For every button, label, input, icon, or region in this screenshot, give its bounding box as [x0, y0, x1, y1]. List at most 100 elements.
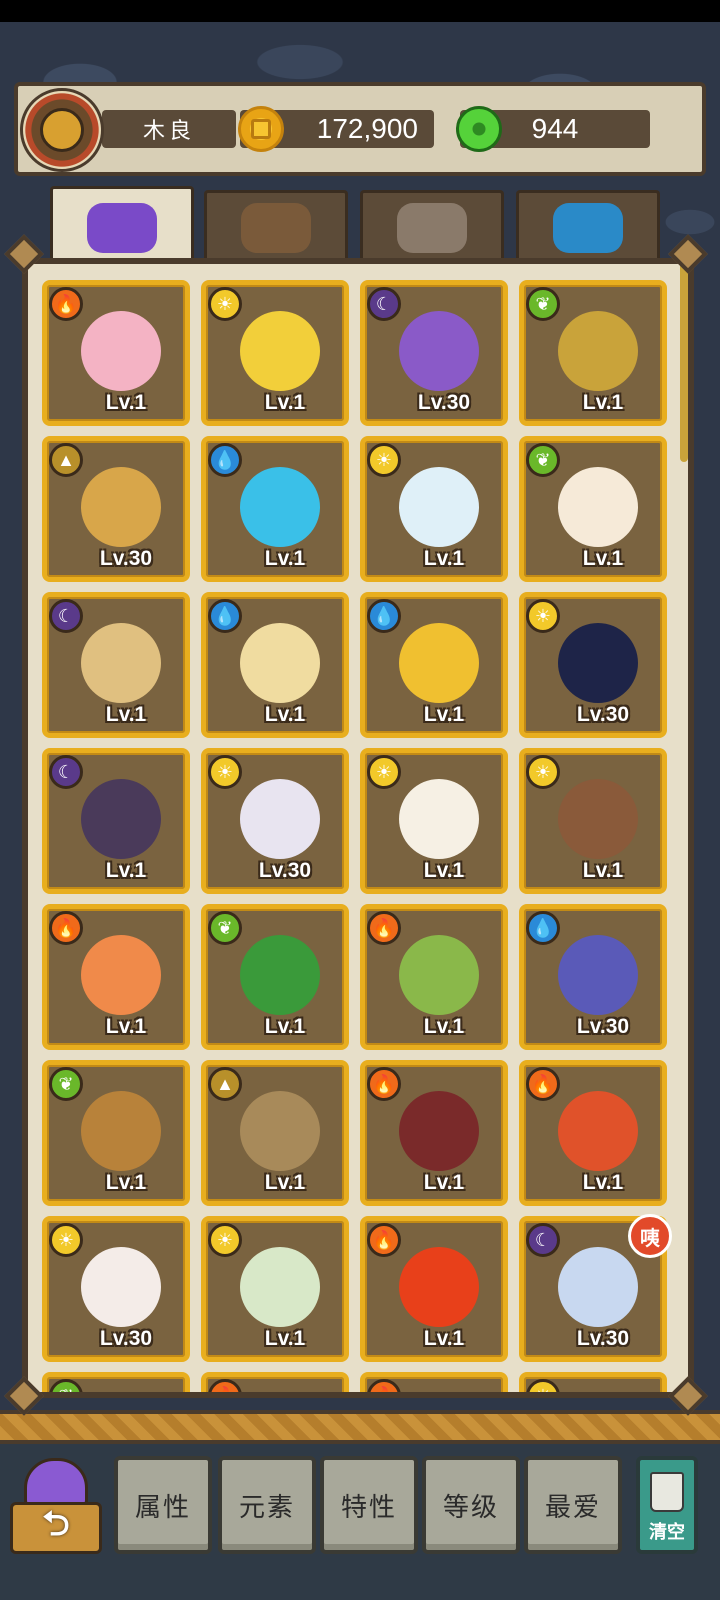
pet-sprite	[558, 467, 638, 547]
pet-card[interactable]: 💧 Lv.1	[360, 592, 508, 738]
pet-card[interactable]: ❦	[42, 1372, 190, 1392]
water-element-icon: 💧	[208, 599, 242, 633]
pet-card[interactable]: 🔥	[201, 1372, 349, 1392]
notification-badge[interactable]: 咦	[628, 1214, 672, 1258]
sun-element-icon: ☀	[526, 1379, 560, 1392]
pet-sprite	[240, 623, 320, 703]
pet-card[interactable]: ❦ Lv.1	[201, 904, 349, 1050]
tab-crystal[interactable]	[516, 190, 660, 262]
moon-element-icon: ☾	[526, 1223, 560, 1257]
pet-sprite	[81, 935, 161, 1015]
pet-card[interactable]: 🔥 Lv.1	[360, 1060, 508, 1206]
pet-card[interactable]: ☀ Lv.1	[519, 748, 667, 894]
pet-sprite	[240, 1091, 320, 1171]
leaf-element-icon: ❦	[49, 1379, 83, 1392]
moon-element-icon: ☾	[49, 599, 83, 633]
pet-level: Lv.1	[264, 1327, 306, 1350]
water-element-icon: 💧	[367, 599, 401, 633]
filter-element-button[interactable]: 元素	[218, 1456, 316, 1554]
pet-card[interactable]: 🔥	[360, 1372, 508, 1392]
pet-sprite	[240, 779, 320, 859]
player-avatar[interactable]	[20, 88, 104, 172]
pet-level: Lv.1	[105, 1171, 147, 1194]
pet-card[interactable]: ☀ Lv.30	[201, 748, 349, 894]
pet-card[interactable]: 💧 Lv.30	[519, 904, 667, 1050]
pet-sprite	[558, 1091, 638, 1171]
pet-sprite	[240, 311, 320, 391]
sun-element-icon: ☀	[208, 755, 242, 789]
pet-sprite	[81, 1247, 161, 1327]
pet-card[interactable]: ▲ Lv.1	[201, 1060, 349, 1206]
clear-button[interactable]: 清空	[636, 1456, 698, 1554]
pet-card[interactable]: 🔥 Lv.1	[360, 904, 508, 1050]
pet-card[interactable]: 🔥 Lv.1	[360, 1216, 508, 1362]
pet-card[interactable]: ☀	[519, 1372, 667, 1392]
leaf-element-icon: ❦	[208, 911, 242, 945]
pet-card[interactable]: 💧 Lv.1	[201, 592, 349, 738]
leaf-element-icon: ❦	[49, 1067, 83, 1101]
pet-level: Lv.1	[582, 547, 624, 570]
gem-icon	[456, 106, 502, 152]
pet-level: Lv.1	[423, 1327, 465, 1350]
pet-card[interactable]: ☀ Lv.1	[201, 1216, 349, 1362]
filter-attribute-button[interactable]: 属性	[114, 1456, 212, 1554]
pet-level: Lv.30	[99, 547, 153, 570]
filter-favorite-button[interactable]: 最爱	[524, 1456, 622, 1554]
pet-card[interactable]: 🔥 Lv.1	[519, 1060, 667, 1206]
tab-monsters[interactable]	[50, 186, 194, 266]
pet-card[interactable]: 🔥 Lv.1	[42, 904, 190, 1050]
pet-card[interactable]: ☾ Lv.30	[360, 280, 508, 426]
pet-card[interactable]: ❦ Lv.1	[519, 436, 667, 582]
pet-sprite	[558, 1247, 638, 1327]
back-button[interactable]: ⮌	[10, 1458, 102, 1558]
tab-equipment[interactable]	[204, 190, 348, 262]
moon-element-icon: ☾	[367, 287, 401, 321]
pet-level: Lv.1	[582, 1171, 624, 1194]
pet-sprite	[81, 467, 161, 547]
pet-level: Lv.1	[105, 1015, 147, 1038]
pet-sprite	[399, 1091, 479, 1171]
pet-card[interactable]: ☾ Lv.1	[42, 748, 190, 894]
pet-level: Lv.1	[105, 391, 147, 414]
pet-sprite	[399, 467, 479, 547]
pet-level: Lv.30	[258, 859, 312, 882]
pet-card[interactable]: ❦ Lv.1	[42, 1060, 190, 1206]
pet-sprite	[81, 623, 161, 703]
fire-element-icon: 🔥	[49, 287, 83, 321]
scrollbar[interactable]	[680, 262, 688, 462]
pet-card[interactable]: ▲ Lv.30	[42, 436, 190, 582]
pet-card[interactable]: 🔥 Lv.1	[42, 280, 190, 426]
fire-element-icon: 🔥	[367, 1223, 401, 1257]
pet-level: Lv.30	[417, 391, 471, 414]
pet-sprite	[399, 935, 479, 1015]
filter-trait-button[interactable]: 特性	[320, 1456, 418, 1554]
pet-level: Lv.30	[576, 1327, 630, 1350]
moon-element-icon: ☾	[49, 755, 83, 789]
tab-food[interactable]	[360, 190, 504, 262]
pet-sprite	[558, 623, 638, 703]
fire-element-icon: 🔥	[367, 1379, 401, 1392]
pet-card[interactable]: ☀ Lv.1	[201, 280, 349, 426]
pet-level: Lv.1	[264, 547, 306, 570]
pet-card[interactable]: ☀ Lv.1	[360, 436, 508, 582]
filter-level-button[interactable]: 等级	[422, 1456, 520, 1554]
pet-level: Lv.1	[423, 703, 465, 726]
pet-card[interactable]: 💧 Lv.1	[201, 436, 349, 582]
pet-card[interactable]: ❦ Lv.1	[519, 280, 667, 426]
pet-sprite	[558, 311, 638, 391]
pet-card[interactable]: ☀ Lv.1	[360, 748, 508, 894]
pet-sprite	[399, 623, 479, 703]
pet-sprite	[81, 1091, 161, 1171]
pet-level: Lv.1	[264, 391, 306, 414]
pet-card[interactable]: ☾ Lv.1	[42, 592, 190, 738]
pet-level: Lv.1	[582, 391, 624, 414]
player-name: 木良	[102, 110, 236, 148]
crystal-icon	[553, 202, 623, 253]
trash-can-icon	[650, 1472, 684, 1512]
pet-level: Lv.30	[99, 1327, 153, 1350]
wood-divider	[0, 1410, 720, 1444]
gear-feather-icon	[241, 202, 311, 253]
pet-card[interactable]: ☀ Lv.30	[42, 1216, 190, 1362]
pet-level: Lv.1	[423, 1015, 465, 1038]
pet-card[interactable]: ☀ Lv.30	[519, 592, 667, 738]
